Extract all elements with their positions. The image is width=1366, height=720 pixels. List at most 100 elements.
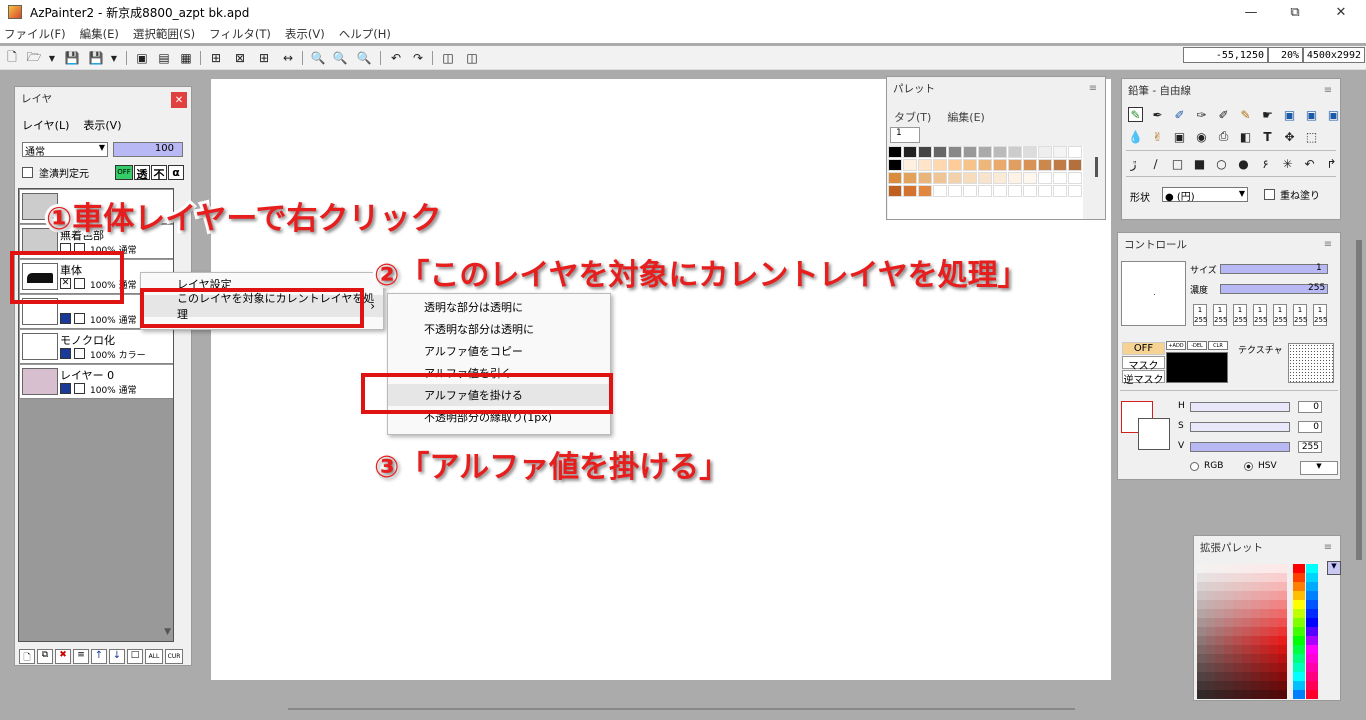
delete-layer-icon[interactable]: ✖	[55, 649, 71, 664]
ext-swatch[interactable]	[1269, 672, 1278, 681]
ext-swatch[interactable]	[1251, 672, 1260, 681]
layer-row[interactable]: モノクロ化 100% カラー	[20, 330, 173, 364]
ext-swatch[interactable]	[1260, 591, 1269, 600]
palette-swatch[interactable]	[993, 146, 1007, 158]
polyline-icon[interactable]: ۶	[1258, 156, 1273, 171]
ext-swatch[interactable]	[1215, 591, 1224, 600]
hue-swatch[interactable]	[1306, 663, 1318, 672]
palette-swatch[interactable]	[948, 172, 962, 184]
palette-swatch[interactable]	[963, 159, 977, 171]
palette-swatch[interactable]	[1008, 172, 1022, 184]
menu-selection[interactable]: 選択範囲(S)	[133, 26, 195, 42]
ext-swatch[interactable]	[1242, 564, 1251, 573]
ext-swatch[interactable]	[1260, 609, 1269, 618]
ext-swatch[interactable]	[1224, 663, 1233, 672]
brush-preset[interactable]: 1 255	[1293, 304, 1307, 326]
ext-swatch[interactable]	[1215, 645, 1224, 654]
palette-swatch[interactable]	[888, 159, 902, 171]
ext-swatch[interactable]	[1206, 690, 1215, 699]
ext-swatch[interactable]	[1242, 591, 1251, 600]
palette-swatch[interactable]	[993, 172, 1007, 184]
palette-swatch[interactable]	[993, 185, 1007, 197]
ext-swatch[interactable]	[1224, 636, 1233, 645]
ext-swatch[interactable]	[1260, 672, 1269, 681]
palette-swatch[interactable]	[963, 185, 977, 197]
circle-icon[interactable]: ◉	[1194, 129, 1209, 144]
ext-swatch[interactable]	[1215, 690, 1224, 699]
hue-column[interactable]	[1306, 564, 1318, 699]
ext-swatch[interactable]	[1278, 591, 1287, 600]
ext-swatch[interactable]	[1269, 627, 1278, 636]
palette-grid[interactable]	[888, 146, 1083, 219]
close-icon[interactable]: ≡	[1320, 539, 1336, 555]
menu-item-copy-alpha[interactable]: アルファ値をコピー	[388, 340, 610, 362]
ext-swatch[interactable]	[1251, 600, 1260, 609]
mask-add-button[interactable]: +ADD	[1166, 341, 1186, 350]
ext-swatch[interactable]	[1197, 609, 1206, 618]
hue-swatch[interactable]	[1306, 582, 1318, 591]
scroll-down-icon[interactable]: ▼	[164, 627, 171, 637]
ext-swatch[interactable]	[1242, 582, 1251, 591]
close-icon[interactable]: ≡	[1320, 82, 1336, 98]
minimize-button[interactable]: —	[1228, 0, 1274, 24]
palette-swatch[interactable]	[978, 185, 992, 197]
palette-swatch[interactable]	[933, 185, 947, 197]
ext-swatch[interactable]	[1215, 627, 1224, 636]
ext-swatch[interactable]	[1224, 654, 1233, 663]
spiral-icon[interactable]: ڙ	[1126, 156, 1141, 171]
mask-off-button[interactable]: OFF	[1122, 342, 1165, 355]
reverse-mask-button[interactable]: 逆マスク	[1122, 370, 1165, 386]
ext-swatch[interactable]	[1260, 690, 1269, 699]
save-icon[interactable]: 💾	[64, 50, 80, 66]
brush-preset[interactable]: 1 255	[1253, 304, 1267, 326]
ext-swatch[interactable]	[1197, 690, 1206, 699]
off-toggle[interactable]: OFF	[115, 165, 133, 180]
v-value[interactable]: 255	[1298, 441, 1322, 453]
merge-icon[interactable]: ≡	[73, 649, 89, 664]
redo-icon[interactable]: ↷	[410, 50, 426, 66]
crosshatch-icon[interactable]: ⊠	[232, 50, 248, 66]
ext-swatch[interactable]	[1197, 564, 1206, 573]
text-icon[interactable]: T	[1260, 129, 1275, 144]
ext-swatch[interactable]	[1251, 627, 1260, 636]
palette-swatch[interactable]	[1068, 159, 1082, 171]
ext-swatch[interactable]	[1215, 609, 1224, 618]
mask-del-button[interactable]: -DEL	[1187, 341, 1207, 350]
palette-swatch[interactable]	[1008, 159, 1022, 171]
visibility-checkbox[interactable]	[60, 313, 71, 324]
ext-swatch[interactable]	[1215, 573, 1224, 582]
opacity-slider[interactable]: 100	[113, 142, 183, 157]
down-arrow-icon[interactable]: ↓	[109, 649, 125, 664]
hue-swatch[interactable]	[1306, 681, 1318, 690]
close-button[interactable]: ✕	[1318, 0, 1364, 24]
ext-swatch[interactable]	[1233, 672, 1242, 681]
ext-swatch[interactable]	[1224, 591, 1233, 600]
ext-swatch[interactable]	[1251, 573, 1260, 582]
ext-swatch[interactable]	[1260, 654, 1269, 663]
ext-swatch[interactable]	[1278, 645, 1287, 654]
zoom-in-icon[interactable]: 🔍	[332, 50, 348, 66]
v-slider[interactable]	[1190, 442, 1290, 452]
palette-swatch[interactable]	[1053, 146, 1067, 158]
ext-swatch[interactable]	[1224, 600, 1233, 609]
hue-swatch[interactable]	[1293, 690, 1305, 699]
palette-swatch[interactable]	[978, 172, 992, 184]
ext-swatch[interactable]	[1251, 654, 1260, 663]
dropdown-arrow-icon[interactable]: ▼	[106, 50, 122, 66]
select-tool-icon[interactable]: ◫	[440, 50, 456, 66]
palette-swatch[interactable]	[1038, 159, 1052, 171]
palette-tab-menu[interactable]: タブ(T)	[894, 109, 931, 125]
size-slider[interactable]	[1220, 264, 1328, 274]
ext-swatch[interactable]	[1269, 636, 1278, 645]
ext-swatch[interactable]	[1269, 618, 1278, 627]
ext-swatch[interactable]	[1206, 636, 1215, 645]
palette-swatch[interactable]	[903, 146, 917, 158]
ext-swatch[interactable]	[1278, 672, 1287, 681]
ext-swatch[interactable]	[1278, 564, 1287, 573]
palette-swatch[interactable]	[1038, 146, 1052, 158]
resize-icon[interactable]: ↔	[280, 50, 296, 66]
palette-swatch[interactable]	[918, 172, 932, 184]
palette-swatch[interactable]	[993, 159, 1007, 171]
lock-checkbox[interactable]	[74, 383, 85, 394]
ext-swatch[interactable]	[1233, 564, 1242, 573]
